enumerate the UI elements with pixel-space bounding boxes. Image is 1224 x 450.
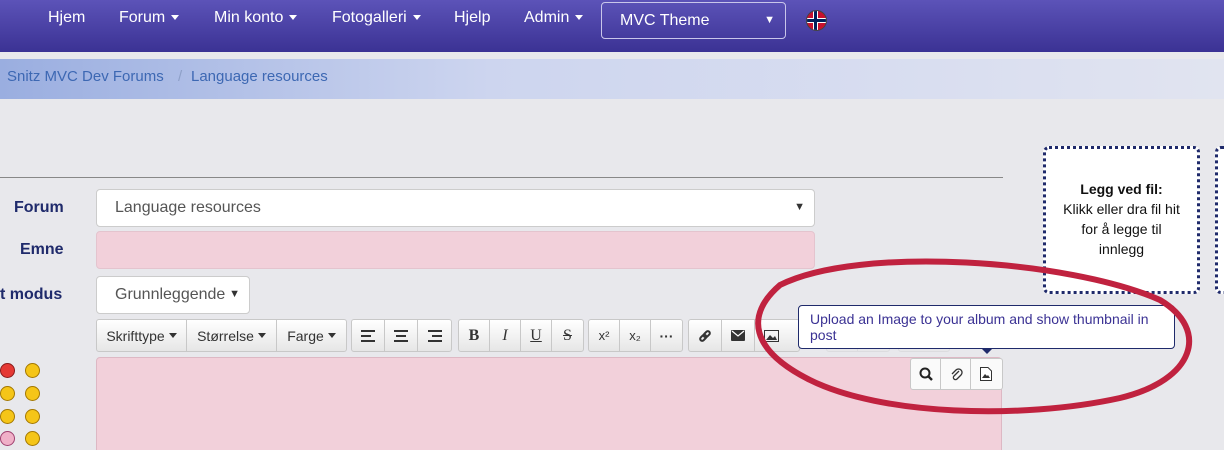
forum-label: Forum <box>14 199 64 216</box>
nav-home-label: Hjem <box>48 9 86 26</box>
breadcrumb: Snitz MVC Dev Forums / Language resource… <box>0 59 1224 99</box>
forum-select[interactable]: Language resources ▼ <box>96 189 815 227</box>
more-button[interactable]: ··· <box>651 320 682 351</box>
mode-select[interactable]: Grunnleggende ▼ <box>96 276 250 314</box>
subject-label: Emne <box>20 241 64 258</box>
chevron-down-icon <box>575 15 584 21</box>
mode-select-value: Grunnleggende <box>115 286 226 303</box>
subscript-button[interactable]: x₂ <box>620 320 651 351</box>
top-navbar: Hjem Forum Min konto Fotogalleri Hjelp A… <box>0 0 1224 52</box>
mode-label: t modus <box>0 286 63 303</box>
second-dropzone[interactable] <box>1215 146 1224 294</box>
wink-smiley-icon[interactable] <box>25 431 40 446</box>
nav-forum-label: Forum <box>119 9 166 26</box>
chevron-down-icon <box>327 333 336 338</box>
nav-my-account[interactable]: Min konto <box>214 0 298 36</box>
nav-admin[interactable]: Admin <box>524 0 584 36</box>
confused-smiley-icon[interactable] <box>25 386 40 401</box>
align-right-button[interactable] <box>418 320 451 351</box>
breadcrumb-separator: / <box>178 68 183 85</box>
align-left-icon <box>361 329 375 342</box>
strikethrough-button[interactable]: S <box>552 320 583 351</box>
link-icon <box>699 329 711 342</box>
forum-select-value: Language resources <box>115 199 261 216</box>
link-button[interactable] <box>689 320 722 351</box>
breadcrumb-current[interactable]: Language resources <box>191 68 328 85</box>
style-toolbar-group: B I U S <box>458 319 584 352</box>
chevron-down-icon <box>412 15 421 21</box>
surprised-smiley-icon[interactable] <box>25 409 40 424</box>
font-color-button[interactable]: Farge <box>277 320 346 351</box>
font-color-label: Farge <box>287 327 324 344</box>
dropzone-title: Legg ved fil: <box>1080 181 1163 197</box>
chevron-down-icon <box>289 15 298 21</box>
grin-smiley-icon[interactable] <box>25 363 40 378</box>
angry-smiley-icon[interactable] <box>0 363 15 378</box>
breadcrumb-home[interactable]: Snitz MVC Dev Forums <box>7 68 164 85</box>
font-family-button[interactable]: Skrifttype <box>97 320 187 351</box>
font-toolbar-group: Skrifttype Størrelse Farge <box>96 319 347 352</box>
font-family-label: Skrifttype <box>106 327 165 344</box>
font-size-label: Størrelse <box>197 327 254 344</box>
dropdown-arrow-icon: ▼ <box>229 288 240 300</box>
theme-select-value: MVC Theme <box>620 12 710 29</box>
nav-home[interactable]: Hjem <box>48 0 85 36</box>
superscript-button[interactable]: x² <box>589 320 620 351</box>
divider <box>0 177 1003 178</box>
align-left-button[interactable] <box>352 320 385 351</box>
script-toolbar-group: x² x₂ ··· <box>588 319 683 352</box>
chevron-down-icon <box>168 333 177 338</box>
subject-input[interactable] <box>96 231 815 269</box>
norway-flag-icon[interactable] <box>806 10 827 31</box>
font-size-button[interactable]: Størrelse <box>187 320 277 351</box>
dropdown-arrow-icon: ▼ <box>764 14 775 26</box>
align-right-icon <box>427 329 442 342</box>
cool-smiley-icon[interactable] <box>0 409 15 424</box>
nav-photo-gallery-label: Fotogalleri <box>332 9 407 26</box>
chevron-down-icon <box>171 15 180 21</box>
align-center-icon <box>394 329 408 342</box>
bold-button[interactable]: B <box>459 320 490 351</box>
align-toolbar-group <box>351 319 452 352</box>
nav-help[interactable]: Hjelp <box>454 0 490 36</box>
nav-help-label: Hjelp <box>454 9 491 26</box>
align-center-button[interactable] <box>385 320 418 351</box>
chevron-down-icon <box>257 333 266 338</box>
nav-photo-gallery[interactable]: Fotogalleri <box>332 0 421 36</box>
italic-button[interactable]: I <box>490 320 521 351</box>
theme-select[interactable]: MVC Theme ▼ <box>601 2 786 39</box>
annotation-circle <box>755 258 1192 415</box>
nav-forum[interactable]: Forum <box>119 0 180 36</box>
shocked-smiley-icon[interactable] <box>0 386 15 401</box>
dropdown-arrow-icon: ▼ <box>794 201 805 213</box>
underline-button[interactable]: U <box>521 320 552 351</box>
clown-smiley-icon[interactable] <box>0 431 15 446</box>
nav-admin-label: Admin <box>524 9 570 26</box>
nav-my-account-label: Min konto <box>214 9 284 26</box>
